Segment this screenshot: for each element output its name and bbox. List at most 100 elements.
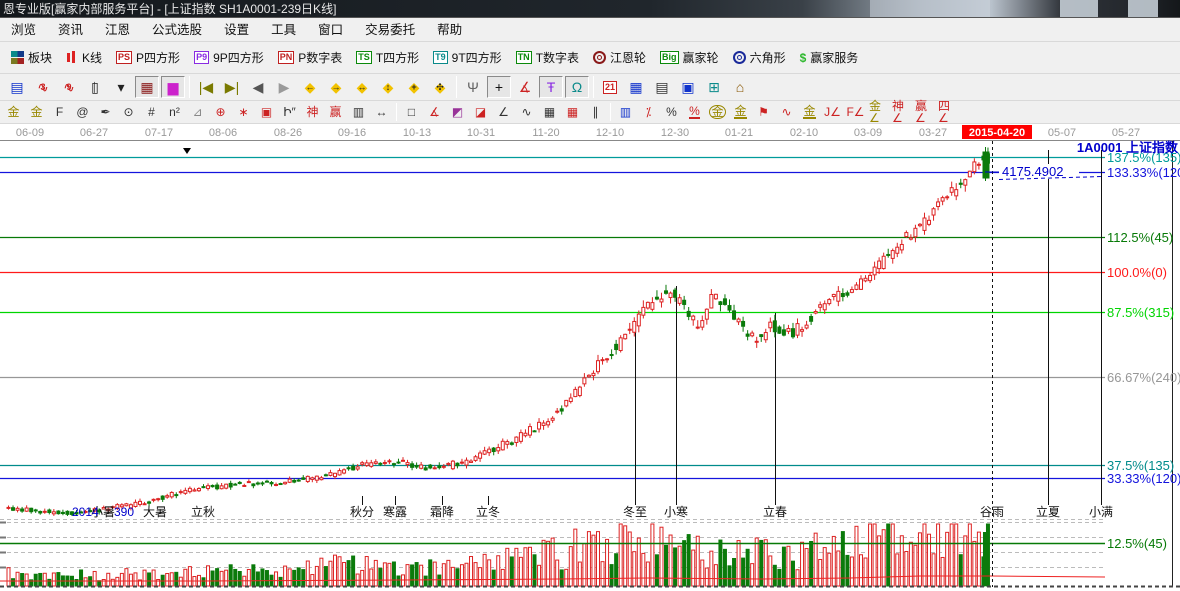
zoom-all-icon[interactable]: ◆✣: [428, 76, 452, 98]
winner-service-button[interactable]: $赢家服务: [793, 46, 866, 69]
measure-tool-icon[interactable]: ∡: [513, 76, 537, 98]
brain-tool-icon[interactable]: Ω: [565, 76, 589, 98]
p-number-table-button-icon: PN: [278, 51, 295, 64]
si-angle-icon[interactable]: 四∠: [937, 103, 958, 122]
svg-text:4175.4902: 4175.4902: [1002, 164, 1063, 179]
next-bar-icon[interactable]: ▶: [272, 76, 296, 98]
shen-angle-icon[interactable]: 神∠: [891, 103, 912, 122]
width-arrows-icon[interactable]: ↔: [371, 103, 392, 122]
candle-type-icon[interactable]: ▯│: [83, 76, 107, 98]
flag-brush-icon[interactable]: ⚑: [753, 103, 774, 122]
crosshair-tool-icon[interactable]: +: [487, 76, 511, 98]
n-square-icon[interactable]: n²: [164, 103, 185, 122]
menu-item-7[interactable]: 交易委托: [354, 18, 426, 42]
t-number-table-button[interactable]: TNT数字表: [509, 46, 586, 69]
angle-rays-icon[interactable]: ∠: [493, 103, 514, 122]
wave-axis-icon[interactable]: ∿: [776, 103, 797, 122]
k-quote-icon[interactable]: Ի″: [279, 103, 300, 122]
svg-text:390: 390: [114, 505, 134, 519]
ying-angle-icon[interactable]: 赢∠: [914, 103, 935, 122]
target-circle-icon[interactable]: ⊕: [210, 103, 231, 122]
j-angle-icon[interactable]: J∠: [822, 103, 843, 122]
report-icon[interactable]: ▤: [5, 76, 29, 98]
parallel-lines-icon[interactable]: ∥: [585, 103, 606, 122]
gold-lines-icon[interactable]: 金: [730, 103, 751, 122]
gann-grid-icon[interactable]: ▦: [135, 76, 159, 98]
save-icon[interactable]: ▣: [676, 76, 700, 98]
sectors-button[interactable]: 板块: [4, 46, 59, 69]
svg-text:08-06: 08-06: [209, 127, 237, 139]
zigzag-icon[interactable]: ∿: [516, 103, 537, 122]
gown-tool-icon[interactable]: Ŧ: [539, 76, 563, 98]
p-number-table-button[interactable]: PNP数字表: [271, 46, 350, 69]
square-spiral-icon[interactable]: ▣: [256, 103, 277, 122]
9t-square-button[interactable]: T99T四方形: [426, 46, 509, 69]
gold-angle-icon[interactable]: 金∠: [868, 103, 889, 122]
grid-red-icon[interactable]: ▦: [562, 103, 583, 122]
percent-icon[interactable]: %: [661, 103, 682, 122]
calculator-icon[interactable]: ▦: [624, 76, 648, 98]
expand-vertical-icon[interactable]: ◆↕: [376, 76, 400, 98]
hand-tool-icon[interactable]: Ψ: [461, 76, 485, 98]
fan-box-red-icon[interactable]: ◪: [470, 103, 491, 122]
notepad-icon[interactable]: ▤: [650, 76, 674, 98]
svg-text:12.5%(45): 12.5%(45): [1107, 536, 1167, 551]
shift-left-icon[interactable]: ◆←: [298, 76, 322, 98]
box-tool-icon[interactable]: □: [401, 103, 422, 122]
wave-9-icon[interactable]: ∿9: [57, 76, 81, 98]
gold-circle-icon[interactable]: 金: [707, 103, 728, 122]
gann-gold-ruler-icon[interactable]: 金: [3, 103, 24, 122]
gann-wheel-button[interactable]: 江恩轮: [586, 46, 653, 69]
menu-item-3[interactable]: 公式选股: [141, 18, 213, 42]
fib-ruler-icon[interactable]: F: [49, 103, 70, 122]
gold-angle-base-icon[interactable]: 金: [799, 103, 820, 122]
cycle-clock-icon[interactable]: ⊙: [118, 103, 139, 122]
menu-item-6[interactable]: 窗口: [307, 18, 354, 42]
menu-item-1[interactable]: 资讯: [47, 18, 94, 42]
percent-line-icon[interactable]: ⁒: [638, 103, 659, 122]
menu-item-5[interactable]: 工具: [260, 18, 307, 42]
calendar-icon[interactable]: 21: [598, 76, 622, 98]
ruler-marks-icon[interactable]: #: [141, 103, 162, 122]
9p-square-button[interactable]: P99P四方形: [187, 46, 271, 69]
shift-right-icon[interactable]: ◆→: [324, 76, 348, 98]
gold-square-icon[interactable]: 金: [26, 103, 47, 122]
first-bar-icon[interactable]: |◀: [194, 76, 218, 98]
p-square-button[interactable]: PSP四方形: [109, 46, 187, 69]
spiral-icon[interactable]: @: [72, 103, 93, 122]
ruler-123-icon[interactable]: ▥: [348, 103, 369, 122]
menu-item-8[interactable]: 帮助: [426, 18, 473, 42]
winner-wheel-button[interactable]: Big赢家轮: [653, 46, 726, 69]
candle-type-dropdown[interactable]: ▾: [109, 76, 133, 98]
shen-tool-icon[interactable]: 神: [302, 103, 323, 122]
prev-bar-icon[interactable]: ◀: [246, 76, 270, 98]
wave-3-icon[interactable]: ∿3: [31, 76, 55, 98]
9t-square-button-label: 9T四方形: [452, 49, 502, 66]
bar-stats-icon[interactable]: ▥: [615, 103, 636, 122]
network-icon[interactable]: ⊞: [702, 76, 726, 98]
last-bar-icon[interactable]: ▶|: [220, 76, 244, 98]
menu-item-0[interactable]: 浏览: [0, 18, 47, 42]
kline-button[interactable]: K线: [59, 46, 109, 69]
expand-horizontal-icon[interactable]: ◆↔: [350, 76, 374, 98]
menu-item-2[interactable]: 江恩: [94, 18, 141, 42]
hexagon-button[interactable]: 六角形: [726, 46, 793, 69]
menu-item-4[interactable]: 设置: [213, 18, 260, 42]
grid-tool-icon[interactable]: ▦: [539, 103, 560, 122]
percent-level-icon[interactable]: %: [684, 103, 705, 122]
ray-burst-icon[interactable]: ∗: [233, 103, 254, 122]
brush-icon[interactable]: ✒: [95, 103, 116, 122]
ying-tool-icon[interactable]: 赢: [325, 103, 346, 122]
toolbar-separator: [593, 76, 594, 98]
fan-box-purple-icon[interactable]: ◩: [447, 103, 468, 122]
t-square-button[interactable]: TST四方形: [349, 46, 426, 69]
kline-chart[interactable]: 06-0906-2707-1708-0608-2609-1610-1310-31…: [0, 124, 1180, 591]
terminal-icon[interactable]: ⌂: [728, 76, 752, 98]
gann-fan-icon[interactable]: ∡: [424, 103, 445, 122]
f-angle-icon[interactable]: F∠: [845, 103, 866, 122]
histogram-icon[interactable]: ▆: [161, 76, 185, 98]
p-number-table-button-label: P数字表: [298, 49, 342, 66]
pennant-icon[interactable]: ⊿: [187, 103, 208, 122]
window-titlebar: 恩专业版[赢家内部服务平台] - [上证指数 SH1A0001-239日K线]: [0, 0, 1180, 18]
zoom-out-icon[interactable]: ◆+: [402, 76, 426, 98]
